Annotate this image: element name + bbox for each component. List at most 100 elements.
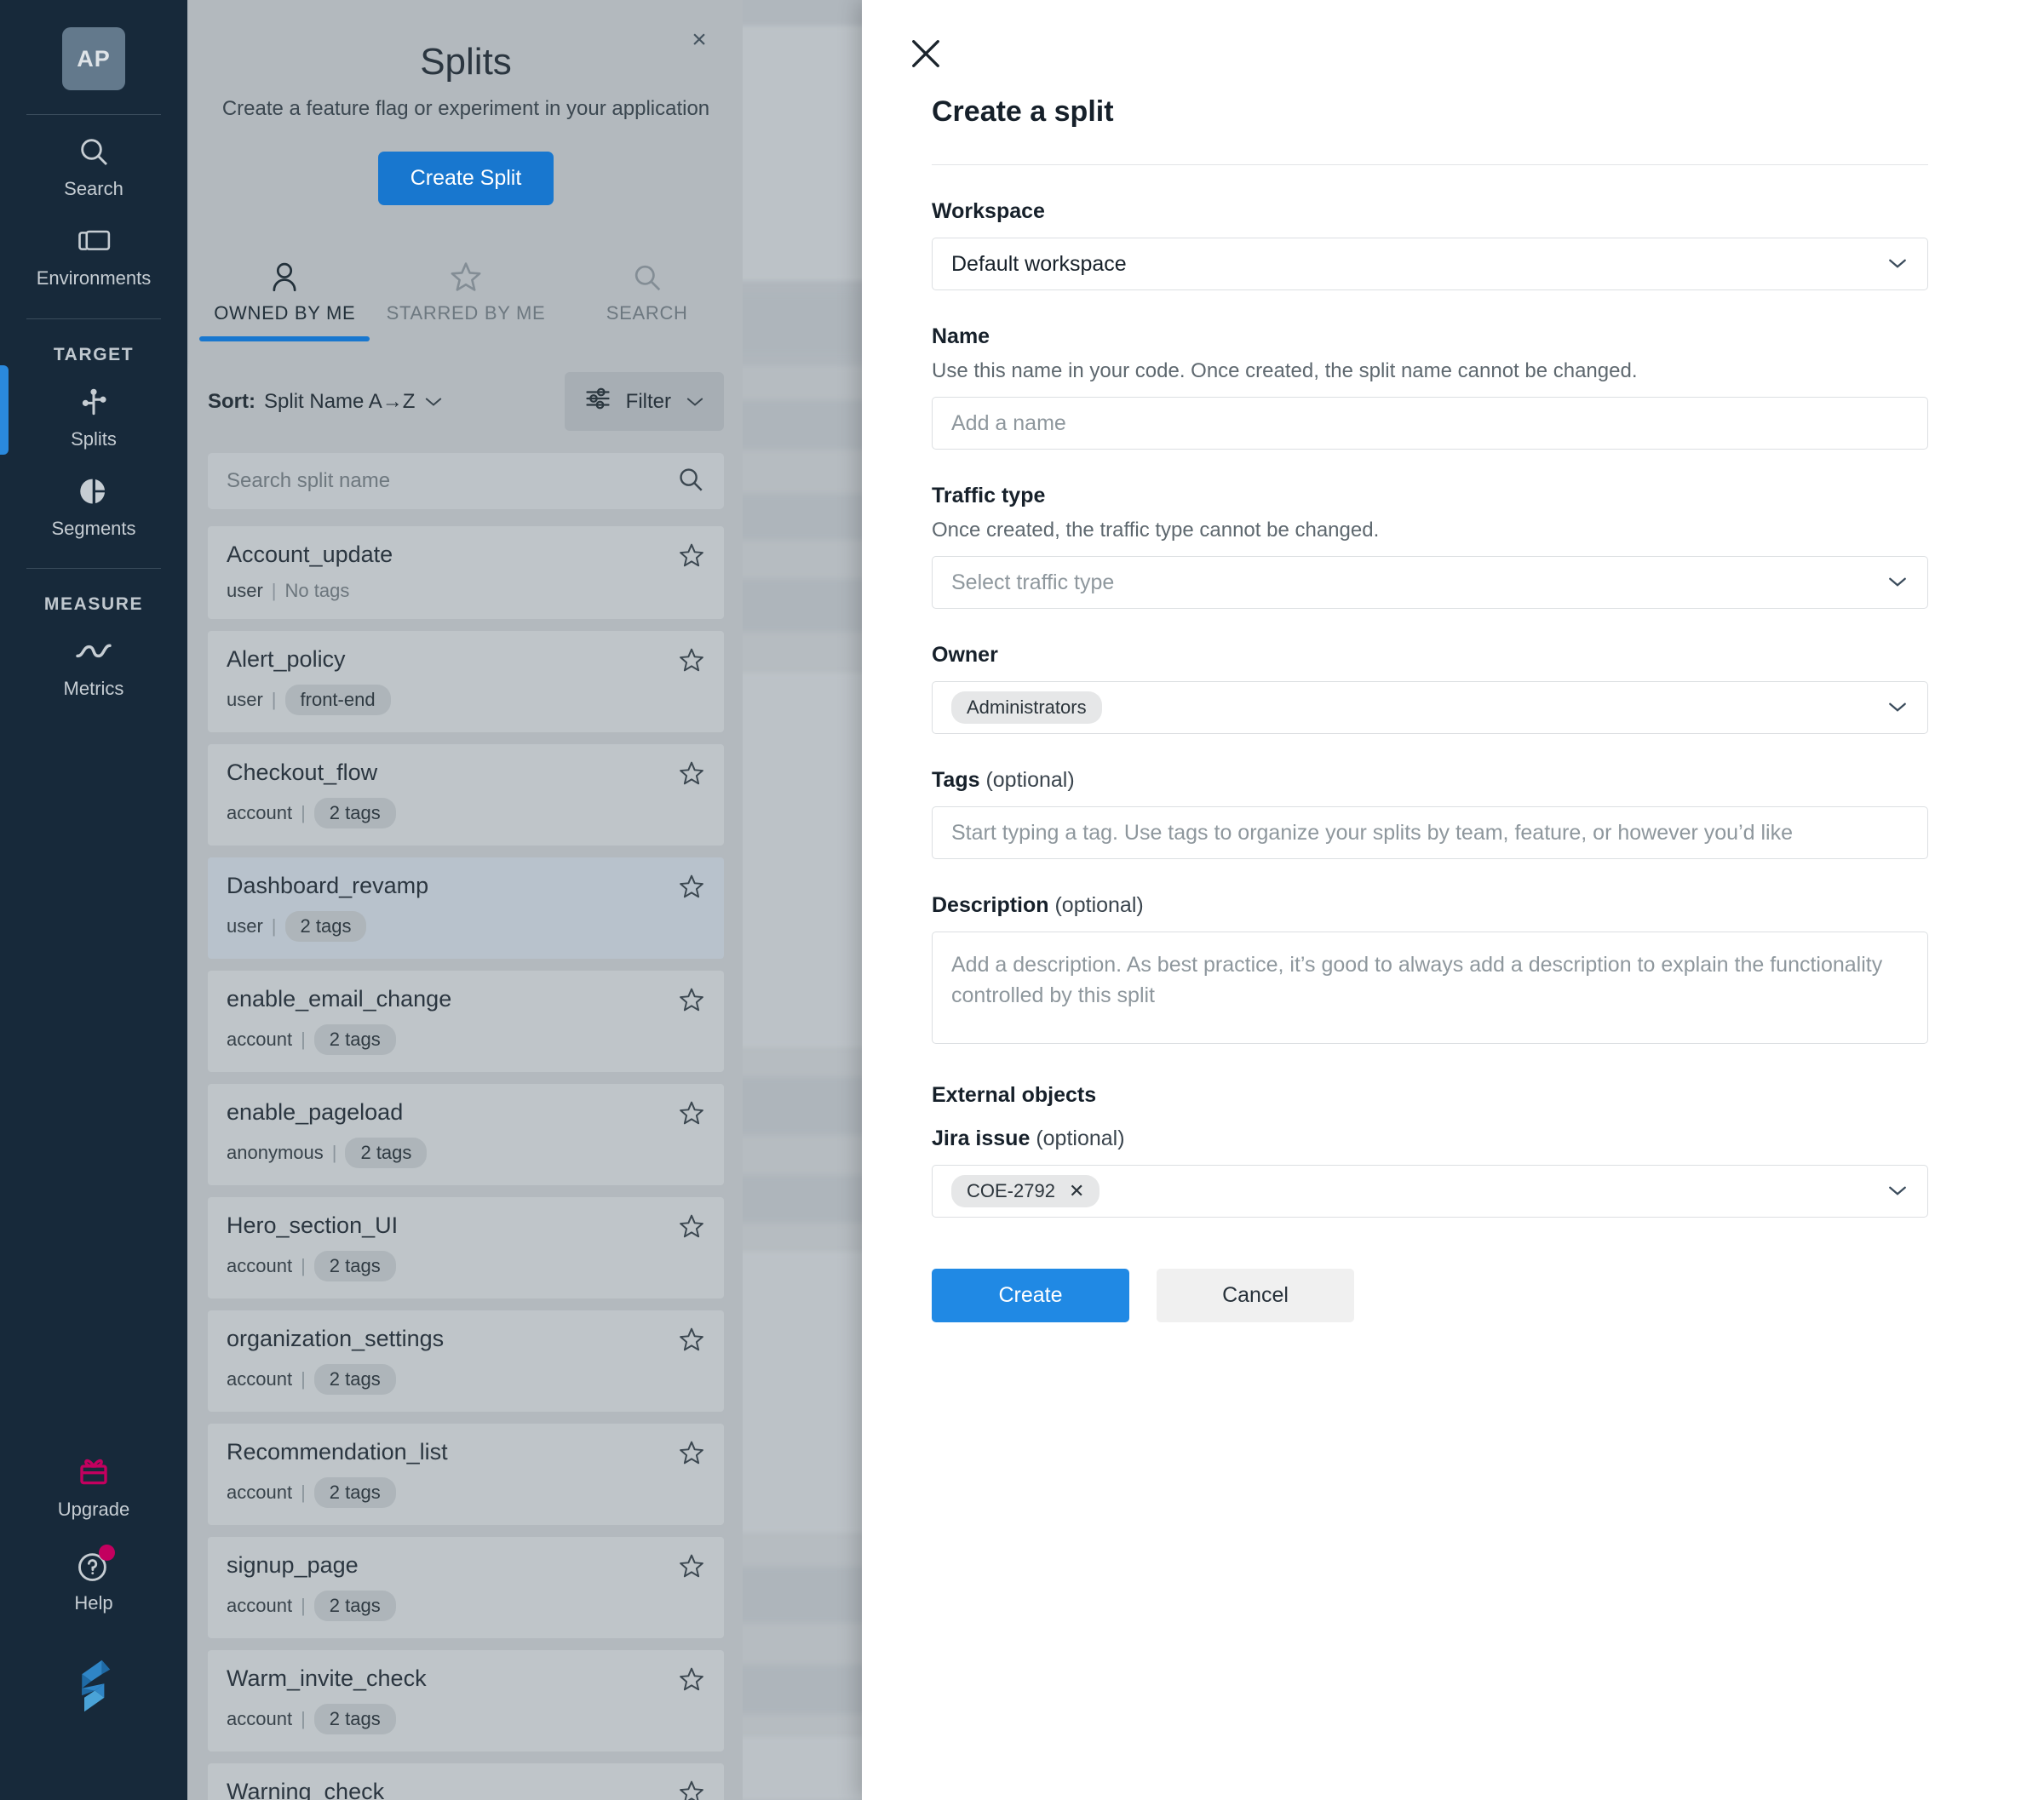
cancel-button[interactable]: Cancel (1157, 1269, 1354, 1322)
split-list-item[interactable]: Warm_invite_check account | 2 tags (208, 1650, 724, 1751)
drawer-divider (932, 164, 1928, 165)
star-icon[interactable] (678, 986, 705, 1018)
create-split-button[interactable]: Create Split (377, 152, 554, 205)
split-list-item[interactable]: enable_pageload anonymous | 2 tags (208, 1084, 724, 1185)
sidebar-item-label: Segments (51, 517, 136, 539)
split-list-item[interactable]: Alert_policy user | front-end (208, 631, 724, 732)
split-meta: account | 2 tags (227, 1591, 705, 1621)
drawer-title: Create a split (932, 95, 1114, 128)
split-list-item[interactable]: signup_page account | 2 tags (208, 1537, 724, 1638)
sort-filter-bar: Sort: Split Name A→Z Filter (192, 372, 739, 431)
split-list-item[interactable]: organization_settings account | 2 tags (208, 1310, 724, 1412)
split-tag-chip: 2 tags (313, 1251, 396, 1281)
filter-button[interactable]: Filter (564, 372, 724, 431)
owner-select[interactable]: Administrators (932, 681, 1928, 734)
star-icon[interactable] (678, 873, 705, 904)
sidebar-item-splits[interactable]: Splits (0, 364, 187, 455)
tags-input[interactable]: Start typing a tag. Use tags to organize… (932, 806, 1928, 859)
description-textarea[interactable]: Add a description. As best practice, it’… (932, 932, 1928, 1044)
drawer-close-icon[interactable] (906, 34, 945, 73)
jira-issue-optional-text: (optional) (1036, 1126, 1125, 1150)
split-list-item[interactable]: enable_email_change account | 2 tags (208, 971, 724, 1072)
sidebar-item-upgrade[interactable]: Upgrade (0, 1432, 187, 1525)
name-input[interactable]: Add a name (932, 397, 1928, 450)
split-name: Recommendation_list (227, 1439, 448, 1465)
chevron-down-icon (685, 390, 705, 414)
sort-control[interactable]: Sort: Split Name A→Z (208, 390, 444, 414)
description-label: Description (optional) (932, 893, 1928, 918)
tags-label: Tags (optional) (932, 768, 1928, 793)
split-traffic-type: account (227, 1255, 293, 1276)
search-icon (676, 465, 705, 498)
environments-icon (75, 220, 112, 262)
owner-value: Administrators (951, 691, 1886, 724)
split-list-item[interactable]: Recommendation_list account | 2 tags (208, 1424, 724, 1525)
active-indicator (0, 364, 9, 455)
gift-icon (76, 1451, 112, 1493)
traffic-type-label: Traffic type (932, 484, 1046, 507)
split-name: signup_page (227, 1552, 359, 1578)
segments-icon (76, 470, 112, 513)
left-nav-rail: AP Search Environments TARGET Splits Seg… (0, 0, 187, 1800)
split-list-item[interactable]: Account_update user | No tags (208, 526, 724, 619)
tab-owned-by-me[interactable]: OWNED BY ME (194, 249, 376, 341)
page-title: Splits (420, 41, 512, 83)
split-traffic-type: account (227, 1595, 293, 1616)
workspace-select[interactable]: Default workspace (932, 238, 1928, 290)
star-icon[interactable] (678, 1326, 705, 1357)
star-icon[interactable] (678, 1552, 705, 1584)
jira-issue-select[interactable]: COE-2792 ✕ (932, 1165, 1928, 1218)
split-tag-chip: 2 tags (313, 1364, 396, 1395)
tab-search[interactable]: SEARCH (556, 249, 738, 341)
split-logo-icon[interactable] (67, 1658, 120, 1718)
star-icon[interactable] (678, 1212, 705, 1244)
meta-divider: | (301, 1595, 306, 1616)
star-icon[interactable] (678, 542, 705, 573)
split-tag-chip: 2 tags (284, 911, 367, 942)
split-list-item[interactable]: Hero_section_UI account | 2 tags (208, 1197, 724, 1298)
star-icon[interactable] (678, 1665, 705, 1697)
sidebar-item-segments[interactable]: Segments (0, 455, 187, 544)
split-list-item[interactable]: Checkout_flow account | 2 tags (208, 744, 724, 846)
search-split-input[interactable]: Search split name (208, 453, 724, 509)
workspace-value: Default workspace (951, 251, 1127, 276)
split-name: Alert_policy (227, 646, 346, 672)
tab-starred-by-me[interactable]: STARRED BY ME (376, 249, 557, 341)
meta-divider: | (271, 915, 277, 937)
split-name: Checkout_flow (227, 760, 378, 785)
split-list-item[interactable]: Dashboard_revamp user | 2 tags (208, 857, 724, 959)
split-list-item[interactable]: Warning_checkaccount|2 tags (208, 1763, 724, 1800)
chevron-down-icon (423, 390, 444, 414)
sidebar-item-metrics[interactable]: Metrics (0, 615, 187, 704)
split-name: Account_update (227, 542, 393, 567)
name-label: Name (932, 324, 990, 348)
field-workspace: Workspace Default workspace (932, 199, 1928, 290)
split-traffic-type: account (227, 1368, 293, 1390)
search-icon (631, 249, 663, 294)
sort-label: Sort: (208, 389, 256, 413)
star-icon[interactable] (678, 1439, 705, 1470)
star-icon[interactable] (678, 1099, 705, 1131)
split-name: enable_pageload (227, 1099, 404, 1125)
splits-panel: × Splits Create a feature flag or experi… (189, 0, 743, 1800)
sidebar-item-help[interactable]: Help (0, 1526, 187, 1619)
name-placeholder: Add a name (951, 410, 1066, 435)
star-icon[interactable] (678, 760, 705, 791)
sidebar-item-label: Environments (36, 267, 152, 289)
traffic-type-select[interactable]: Select traffic type (932, 556, 1928, 609)
star-icon[interactable] (678, 646, 705, 678)
splits-panel-close-icon[interactable]: × (685, 26, 714, 54)
avatar[interactable]: AP (62, 27, 125, 90)
metrics-icon (74, 630, 113, 673)
close-icon[interactable]: ✕ (1069, 1180, 1084, 1202)
star-icon[interactable] (678, 1779, 705, 1800)
split-meta: account | 2 tags (227, 1024, 705, 1055)
split-traffic-type: user (227, 915, 263, 937)
split-traffic-type: account (227, 1482, 293, 1503)
sidebar-item-label: Upgrade (57, 1499, 130, 1521)
create-button[interactable]: Create (932, 1269, 1129, 1322)
description-label-text: Description (932, 893, 1049, 917)
sidebar-item-search[interactable]: Search (0, 115, 187, 204)
sidebar-item-environments[interactable]: Environments (0, 204, 187, 294)
app-screen: AP Search Environments TARGET Splits Seg… (0, 0, 2044, 1800)
